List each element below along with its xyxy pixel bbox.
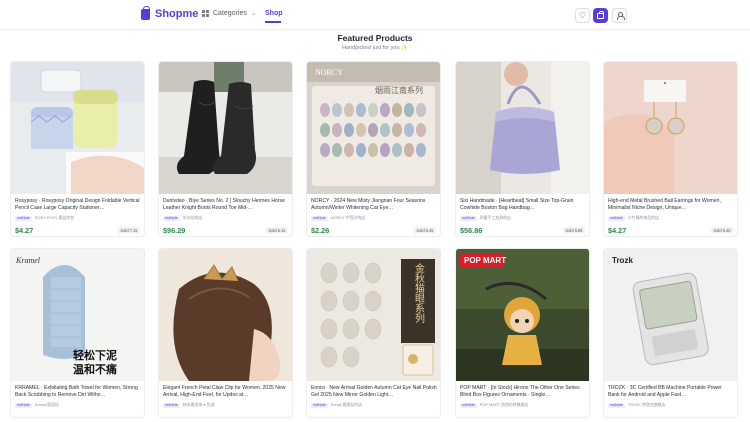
- shopping-bag-icon: [597, 10, 604, 19]
- seller-row: redNote ROSY POSY 柔丝的包: [15, 215, 74, 221]
- seller-name: 林木雅发饰 ● 优选: [182, 402, 215, 407]
- sold-count: Sold 5.4k: [413, 227, 436, 234]
- image-brand-text: POP MART: [464, 256, 506, 265]
- platform-badge: redNote: [311, 215, 328, 221]
- seller-row: redNote Kramel家居坊: [15, 402, 59, 408]
- product-card[interactable]: Sixi Handmade · [Heartbeat] Small Size T…: [455, 61, 590, 237]
- product-card[interactable]: 金秋猫眼系列 Ennisi · New Arrival Golden Autum…: [306, 248, 441, 418]
- product-image[interactable]: Trozk: [604, 249, 737, 381]
- top-navbar: Shopme Categories ⌄ Shop ♡: [0, 0, 750, 30]
- image-brand-text: NORCY: [315, 68, 343, 77]
- product-image[interactable]: [11, 62, 144, 194]
- seller-name: Kramel家居坊: [34, 402, 59, 407]
- product-image[interactable]: [159, 249, 292, 381]
- platform-badge: redNote: [311, 402, 328, 408]
- brand-logo[interactable]: Shopme: [141, 5, 199, 20]
- image-brand-text: Trozk: [612, 256, 633, 265]
- seller-name: 毕业坊的店: [182, 215, 203, 220]
- product-price: $2.26: [311, 226, 330, 235]
- product-card[interactable]: POP MART POP MART · [In Stock] Hirono Th…: [455, 248, 590, 418]
- seller-row: redNote TROZK 特洛克旗舰店: [608, 402, 665, 408]
- seller-row: redNote NORCY 中西方的店: [311, 215, 365, 221]
- product-price: $56.86: [460, 226, 483, 235]
- sparkle-icon: ✨: [401, 45, 408, 51]
- sold-count: Sold 5.4k: [710, 227, 733, 234]
- platform-badge: redNote: [460, 402, 477, 408]
- seller-row: redNote 毕业坊的店: [163, 215, 202, 221]
- seller-row: redNote 小竹棒的饰品的店: [608, 215, 659, 221]
- section-title: Featured Products: [337, 33, 413, 43]
- platform-badge: redNote: [608, 215, 625, 221]
- image-brand-text: Kramel: [15, 256, 41, 265]
- grid-icon: [202, 10, 209, 17]
- product-card[interactable]: Kramel 轻松下泥 温和不痛 KRRAMEL · Exfoliating B…: [10, 248, 145, 418]
- product-image[interactable]: [159, 62, 292, 194]
- product-price: $4.27: [608, 226, 627, 235]
- product-card[interactable]: High-end Metal Brushed Ball Earrings for…: [603, 61, 738, 237]
- platform-badge: redNote: [460, 215, 477, 221]
- chevron-down-icon: ⌄: [250, 11, 256, 17]
- seller-name: Ennisi 恩妮丝的店: [330, 402, 362, 407]
- product-title[interactable]: TROZK · 3C Certified BB Machine Portable…: [608, 385, 734, 398]
- image-caption-text: 温和不痛: [73, 362, 117, 376]
- product-title[interactable]: POP MART · [In Stock] Hirono The Other O…: [460, 385, 586, 398]
- account-button[interactable]: [612, 8, 627, 23]
- categories-label: Categories: [213, 10, 247, 17]
- product-image[interactable]: Kramel 轻松下泥 温和不痛: [11, 249, 144, 381]
- seller-name: 小竹棒的饰品的店: [627, 215, 659, 220]
- brand-name: Shopme: [155, 8, 199, 20]
- product-image[interactable]: 金秋猫眼系列: [307, 249, 440, 381]
- platform-badge: redNote: [15, 402, 32, 408]
- categories-menu[interactable]: Categories ⌄: [202, 10, 256, 17]
- seller-row: redNote 林木雅发饰 ● 优选: [163, 402, 215, 408]
- product-card[interactable]: NORCY 烟雨江南系列 NORCY · 2024 New Misty Jian…: [306, 61, 441, 237]
- platform-badge: redNote: [608, 402, 625, 408]
- product-card[interactable]: Trozk TROZK · 3C Certified BB Machine Po…: [603, 248, 738, 418]
- seller-name: NORCY 中西方的店: [330, 215, 366, 220]
- product-title[interactable]: High-end Metal Brushed Ball Earrings for…: [608, 198, 734, 211]
- image-caption-text: 轻松下泥: [73, 348, 117, 362]
- product-image[interactable]: NORCY 烟雨江南系列: [307, 62, 440, 194]
- platform-badge: redNote: [163, 215, 180, 221]
- product-title[interactable]: Ennisi · New Arrival Golden Autumn Cat E…: [311, 385, 437, 398]
- product-image[interactable]: POP MART: [456, 249, 589, 381]
- product-image[interactable]: [604, 62, 737, 194]
- seller-name: TROZK 特洛克旗舰店: [627, 402, 666, 407]
- cart-button[interactable]: [593, 8, 608, 23]
- product-title[interactable]: NORCY · 2024 New Misty Jiangnan Four Sea…: [311, 198, 437, 211]
- product-card[interactable]: Dunlvdao · Biye Series No. 2 | Slouchy H…: [158, 61, 293, 237]
- seller-row: redNote 四喜手工皮具的店: [460, 215, 511, 221]
- section-subtitle: Handpicked just for you ✨: [342, 45, 408, 51]
- sold-count: Sold 6.8k: [562, 227, 585, 234]
- heart-icon: ♡: [578, 11, 587, 20]
- user-icon: [616, 12, 625, 20]
- product-image[interactable]: [456, 62, 589, 194]
- product-card[interactable]: Rosyposy · Rosyposy Original Design Fold…: [10, 61, 145, 237]
- platform-badge: redNote: [15, 215, 32, 221]
- product-card[interactable]: Elegant French Petal Claw Clip for Women…: [158, 248, 293, 418]
- nav-shop-link[interactable]: Shop: [265, 10, 283, 17]
- product-price: $96.29: [163, 226, 186, 235]
- seller-row: redNote POP MART 泡泡玛特旗舰店: [460, 402, 528, 408]
- platform-badge: redNote: [163, 402, 180, 408]
- image-caption-text: 金秋猫眼系列: [413, 262, 425, 324]
- product-title[interactable]: Elegant French Petal Claw Clip for Women…: [163, 385, 289, 398]
- seller-name: ROSY POSY 柔丝的包: [34, 215, 75, 220]
- product-title[interactable]: KRRAMEL · Exfoliating Bath Towel for Wom…: [15, 385, 141, 398]
- sold-count: Sold 7.1k: [117, 227, 140, 234]
- product-title[interactable]: Dunlvdao · Biye Series No. 2 | Slouchy H…: [163, 198, 289, 211]
- seller-row: redNote Ennisi 恩妮丝的店: [311, 402, 362, 408]
- product-title[interactable]: Sixi Handmade · [Heartbeat] Small Size T…: [460, 198, 586, 211]
- seller-name: 四喜手工皮具的店: [479, 215, 511, 220]
- active-nav-indicator: [265, 21, 281, 23]
- product-price: $4.27: [15, 226, 34, 235]
- image-caption-text: 烟雨江南系列: [375, 85, 423, 95]
- seller-name: POP MART 泡泡玛特旗舰店: [479, 402, 529, 407]
- wishlist-button[interactable]: ♡: [575, 8, 590, 23]
- product-title[interactable]: Rosyposy · Rosyposy Original Design Fold…: [15, 198, 141, 211]
- shopping-bag-icon: [141, 5, 150, 20]
- sold-count: Sold 6.1k: [265, 227, 288, 234]
